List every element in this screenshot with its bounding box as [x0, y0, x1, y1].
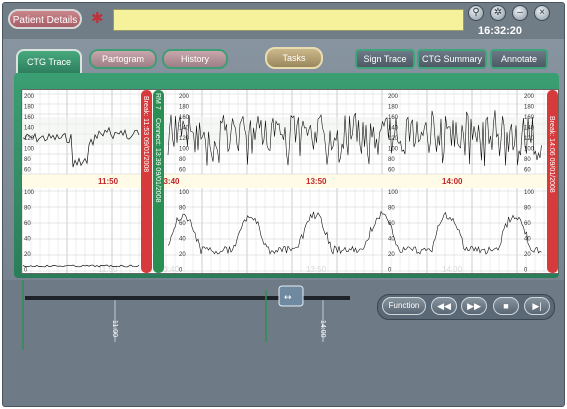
fhr-scale-label: 100 [179, 147, 190, 153]
toco-trace-segment-1 [22, 264, 140, 268]
timeline-label: 11:00 [111, 320, 118, 337]
fhr-scale-label: 160 [179, 115, 190, 121]
time-label: 11:50 [98, 177, 119, 186]
fhr-scale-label: 180 [388, 105, 399, 111]
fhr-scale-label: 180 [524, 105, 535, 111]
patient-details-button[interactable]: Patient Details [8, 9, 82, 29]
function-button[interactable]: Function [382, 297, 426, 315]
time-label: 14:00 [442, 177, 463, 186]
connect-marker-label: Connect: 13:39 09/01/2008 [154, 118, 161, 203]
ctg-chart[interactable]: 200 180 160 140 120 100 80 60 100 80 60 40 20 0 200 180… [21, 89, 559, 274]
ctg-trace-svg: 2001801601401201008060100806040200200180… [21, 90, 558, 274]
tab-ctg-trace[interactable]: CTG Trace [16, 49, 82, 73]
toco-scale-label: 20 [388, 252, 395, 258]
toco-scale-label: 40 [179, 237, 186, 243]
fhr-scale-label: 160 [524, 115, 535, 121]
fhr-scale-label: 200 [388, 94, 399, 100]
toco-scale-label: 80 [179, 206, 186, 212]
tasks-button[interactable]: Tasks [265, 47, 323, 69]
ctg-trace-panel: 200 180 160 140 120 100 80 60 100 80 60 40 20 0 200 180… [14, 73, 559, 278]
playback-controls: Function ◀◀ ▶▶ ■ ▶| [377, 294, 555, 320]
timeline-area: 11:00 14:00 ↔ Function ◀◀ ▶▶ ■ ▶| [3, 280, 564, 406]
break-marker-2-label: Break: 14:06 09/01/2008 [548, 116, 555, 193]
fhr-scale-label: 180 [179, 105, 190, 111]
stop-icon[interactable]: ■ [493, 297, 519, 315]
toco-scale-label: 0 [179, 268, 183, 274]
toco-scale-label: 0 [24, 268, 28, 274]
fhr-scale-label: 60 [179, 168, 186, 174]
fhr-scale-label: 100 [24, 147, 35, 153]
top-bar: Patient Details ✱ ⚲ ✲ – × 16:32:20 [3, 3, 564, 39]
fast-forward-icon[interactable]: ▶▶ [461, 297, 487, 315]
fhr-scale-label: 60 [388, 168, 395, 174]
fhr-scale-label: 180 [24, 105, 35, 111]
fhr-scale-label: 140 [24, 126, 35, 132]
tab-partogram[interactable]: Partogram [89, 49, 157, 69]
fhr-scale-label: 80 [388, 157, 395, 163]
fhr-scale-label: 80 [524, 157, 531, 163]
double-arrow-glyph: ↔ [284, 293, 292, 303]
toco-scale-label: 20 [179, 252, 186, 258]
close-icon[interactable]: × [534, 5, 550, 21]
toco-scale-label: 0 [524, 268, 528, 274]
toco-scale-label: 40 [24, 237, 31, 243]
fhr-scale-label: 200 [24, 94, 35, 100]
toco-scale-label: 20 [524, 252, 531, 258]
fhr-scale-label: 80 [24, 157, 31, 163]
toco-scale-label: 0 [388, 268, 392, 274]
rm-label: RM 7 [154, 93, 161, 110]
fhr-scale-label: 160 [24, 115, 35, 121]
patient-info-field[interactable] [113, 9, 464, 31]
skip-end-icon[interactable]: ▶| [524, 297, 550, 315]
toco-scale-label: 80 [388, 206, 395, 212]
toco-scale-label: 80 [24, 206, 31, 212]
toco-scale-label: 80 [524, 206, 531, 212]
fhr-scale-label: 100 [388, 147, 399, 153]
search-icon[interactable]: ⚲ [468, 5, 484, 21]
toco-scale-label: 100 [179, 190, 190, 196]
tab-history[interactable]: History [162, 49, 228, 69]
toco-scale-label: 60 [179, 221, 186, 227]
fhr-scale-label: 200 [179, 94, 190, 100]
ctg-summary-button[interactable]: CTG Summary [417, 49, 487, 69]
fhr-scale-label: 200 [524, 94, 535, 100]
timeline-label: 14:00 [319, 320, 326, 338]
settings-icon[interactable]: ✲ [490, 5, 506, 21]
annotate-button[interactable]: Annotate [490, 49, 548, 69]
clock: 16:32:20 [478, 25, 523, 37]
alert-asterisk-icon: ✱ [91, 10, 104, 27]
time-label-ghost: 13:50 [306, 265, 327, 273]
sign-trace-button[interactable]: Sign Trace [355, 49, 415, 69]
toco-scale-label: 100 [524, 190, 535, 196]
fhr-scale-label: 80 [179, 157, 186, 163]
toco-scale-label: 60 [24, 221, 31, 227]
fhr-scale-label: 60 [524, 168, 531, 174]
fhr-scale-label: 60 [24, 168, 31, 174]
toco-scale-label: 100 [24, 190, 35, 196]
toco-scale-label: 20 [24, 252, 31, 258]
time-label: 13:50 [306, 177, 327, 186]
minimize-icon[interactable]: – [512, 5, 528, 21]
time-label-ghost: 11:50 [98, 265, 118, 273]
break-marker-1-label: Break: 11:53 09/01/2008 [142, 96, 149, 172]
time-label-ghost: 14:00 [442, 265, 463, 273]
app-window: Patient Details ✱ ⚲ ✲ – × 16:32:20 CTG T… [2, 2, 565, 407]
toco-scale-label: 60 [524, 221, 531, 227]
rewind-icon[interactable]: ◀◀ [431, 297, 457, 315]
toco-scale-label: 100 [388, 190, 399, 196]
